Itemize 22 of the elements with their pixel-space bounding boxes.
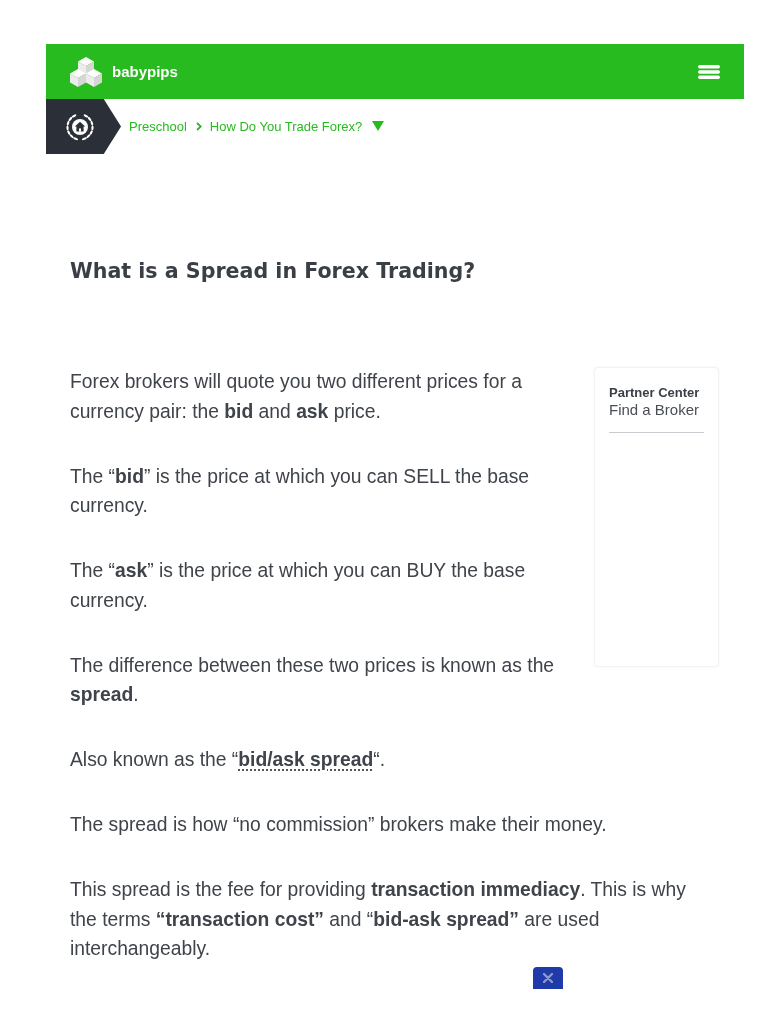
home-button[interactable]: [46, 99, 121, 154]
breadcrumb-link[interactable]: Preschool: [129, 118, 187, 135]
caret-icon[interactable]: [372, 120, 385, 131]
paragraph-text: “.: [373, 749, 386, 770]
menu-icon[interactable]: [698, 64, 720, 79]
find-broker-link[interactable]: Find a Broker: [609, 401, 700, 419]
chevron-icon: [195, 122, 202, 131]
paragraph: The difference between these two prices is known as the spread.: [70, 653, 556, 707]
paragraph: This spread is the fee for providing transaction immediacy. This is why the terms “transaction cost” and “bid-ask spread” are used interchangeably.: [70, 878, 687, 961]
breadcrumb-link[interactable]: How Do You Trade Forex?: [209, 118, 363, 135]
sidebar-heading: Partner Center: [609, 385, 700, 401]
close-button[interactable]: [533, 967, 563, 989]
article-title: What is a Spread in Forex Trading?: [70, 258, 476, 285]
paragraph-text: Also known as the “: [70, 749, 239, 770]
paragraph: Forex brokers will quote you two different prices for a currency pair: the bid and ask price.: [70, 370, 523, 424]
glossary-link[interactable]: bid/ask spread: [238, 749, 374, 770]
paragraph: The spread is how “no commission” brokers make their money.: [70, 813, 608, 837]
logo-text[interactable]: babypips: [112, 62, 178, 81]
paragraph: The “bid” is the price at which you can SELL the base currency.: [70, 464, 531, 518]
cubes-logo-icon[interactable]: [69, 55, 103, 88]
paragraph: The “ask” is the price at which you can BUY the base currency.: [70, 559, 527, 613]
close-icon: [543, 973, 553, 983]
